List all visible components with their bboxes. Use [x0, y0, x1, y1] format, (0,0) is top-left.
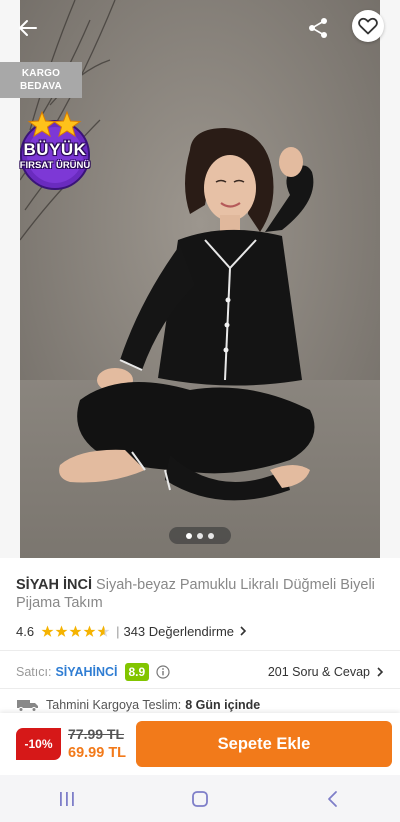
- chevron-right-icon: [377, 667, 384, 677]
- delivery-value: 8 Gün içinde: [185, 698, 261, 712]
- original-price: 77.99 TL: [68, 726, 125, 742]
- purchase-bar: -10% 77.99 TL 69.99 TL Sepete Ekle: [0, 713, 400, 775]
- section-divider: [0, 650, 400, 651]
- star-half-icon: [97, 625, 110, 637]
- big-deal-line2: FIRSAT ÜRÜNÜ: [19, 160, 91, 171]
- delivery-row: Tahmini Kargoya Teslim: 8 Gün içinde: [16, 696, 260, 714]
- carousel-dot[interactable]: [197, 532, 203, 539]
- review-count: 343 Değerlendirme: [123, 623, 235, 639]
- star-filled-icon: [41, 625, 54, 637]
- share-icon: [309, 18, 327, 38]
- delivery-label: Tahmini Kargoya Teslim:: [46, 698, 182, 712]
- truck-icon: [17, 700, 38, 712]
- recents-button[interactable]: [37, 779, 97, 819]
- rating-value: 4.6: [16, 623, 35, 639]
- home-icon: [192, 790, 208, 807]
- free-shipping-badge: KARGO BEDAVA: [0, 62, 82, 98]
- info-icon[interactable]: [156, 665, 170, 679]
- back-button[interactable]: [10, 10, 46, 46]
- carousel-dot[interactable]: [186, 532, 192, 539]
- qa-text: 201 Soru & Cevap: [267, 665, 370, 679]
- big-deal-badge: BÜYÜK FIRSAT ÜRÜNÜ: [8, 110, 102, 192]
- seller-row: Satıcı: SİYAHİNCİ 8.9 201 Soru & Cevap: [16, 662, 386, 682]
- questions-answers-link[interactable]: 201 Soru & Cevap: [268, 662, 386, 682]
- star-filled-icon: [55, 625, 68, 637]
- carousel-dot[interactable]: [208, 532, 214, 539]
- discounted-price: 69.99 TL: [68, 745, 127, 761]
- section-divider: [0, 688, 400, 689]
- add-to-cart-button[interactable]: Sepete Ekle: [136, 721, 392, 767]
- product-title: SİYAH İNCİ Siyah-beyaz Pamuklu Likralı D…: [16, 576, 386, 612]
- chevron-right-icon: [240, 626, 247, 636]
- star-filled-icon: [83, 625, 96, 637]
- home-button[interactable]: [170, 779, 230, 819]
- star-filled-icon: [69, 625, 82, 637]
- big-deal-text: BÜYÜK FIRSAT ÜRÜNÜ: [8, 140, 102, 172]
- seller-score-badge: 8.9: [124, 663, 150, 681]
- rating-row[interactable]: 4.6 | 343 Değerlendirme: [16, 623, 249, 639]
- system-back-button[interactable]: [303, 779, 363, 819]
- product-brand[interactable]: SİYAH İNCİ: [16, 577, 92, 593]
- carousel-indicator: [169, 527, 231, 544]
- share-button[interactable]: [300, 10, 336, 46]
- discount-badge: -10%: [16, 728, 61, 760]
- arrow-left-icon: [19, 20, 37, 36]
- rating-separator: |: [116, 623, 120, 639]
- heart-icon: [358, 17, 378, 35]
- system-navigation-bar: [0, 775, 400, 822]
- product-image-carousel[interactable]: KARGO BEDAVA BÜYÜK FIRSAT ÜRÜNÜ: [0, 0, 400, 558]
- reviews-link[interactable]: 343 Değerlendirme: [123, 624, 249, 639]
- rating-stars: [41, 625, 110, 638]
- recents-icon: [59, 791, 74, 806]
- favorite-button[interactable]: [352, 10, 384, 42]
- free-shipping-line1: KARGO: [21, 68, 61, 79]
- nav-back-icon: [328, 790, 338, 807]
- free-shipping-line2: BEDAVA: [20, 81, 62, 92]
- seller-name-link[interactable]: SİYAHİNCİ: [55, 665, 117, 679]
- big-deal-line1: BÜYÜK: [23, 140, 87, 159]
- seller-label: Satıcı:: [16, 665, 52, 679]
